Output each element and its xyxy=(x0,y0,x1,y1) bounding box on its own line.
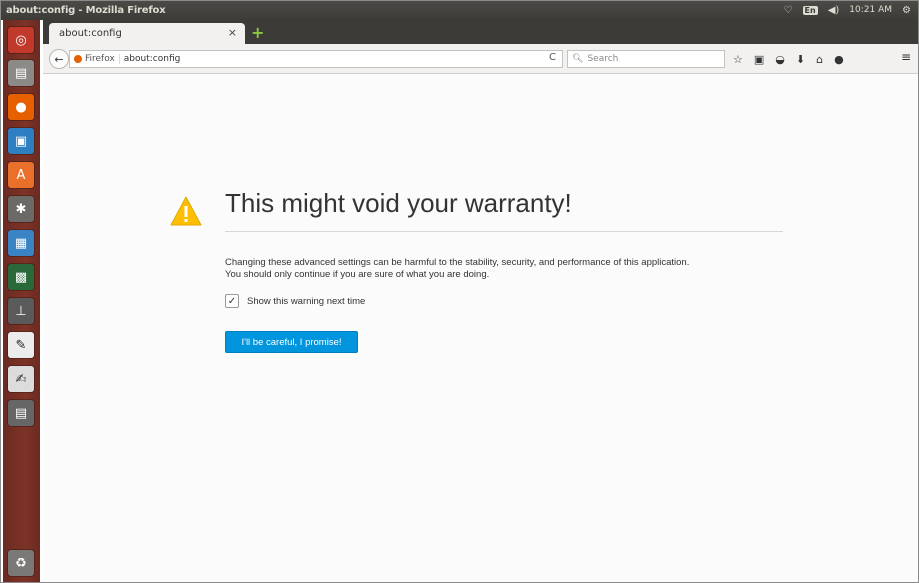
ubuntu-launcher: ◎ ▤ ● ▣ A ✱ ▦ ▩ ⊥ ✎ ✍ ▤ ♻ xyxy=(3,20,40,583)
keyboard-layout-indicator[interactable]: En xyxy=(802,5,818,15)
firefox-identity-icon xyxy=(74,55,82,63)
network-icon[interactable]: ♡ xyxy=(784,5,793,16)
identity-label[interactable]: Firefox xyxy=(85,54,120,64)
description-line: You should only continue if you are sure… xyxy=(225,269,490,280)
system-tray: ♡ En ◀) 10:21 AM ⚙ xyxy=(784,0,911,20)
volume-icon[interactable]: ◀) xyxy=(828,5,840,16)
search-bar[interactable]: 🔍︎ Search xyxy=(567,50,725,68)
back-button[interactable]: ← xyxy=(49,49,69,69)
firefox-icon[interactable]: ● xyxy=(8,94,34,120)
top-panel: about:config - Mozilla Firefox ♡ En ◀) 1… xyxy=(0,0,919,20)
title-divider xyxy=(225,231,783,232)
warning-description: Changing these advanced settings can be … xyxy=(225,257,785,281)
inkscape-icon[interactable]: ✎ xyxy=(8,332,34,358)
display-icon[interactable]: ▦ xyxy=(8,230,34,256)
text-editor-icon[interactable]: ✍ xyxy=(8,366,34,392)
hamburger-menu-icon[interactable]: ≡ xyxy=(901,50,911,64)
desktop-screen: about:config - Mozilla Firefox ♡ En ◀) 1… xyxy=(0,0,919,583)
toolbar-icons: ☆ ▣ ◒ ⬇ ⌂ ● xyxy=(733,50,844,68)
window-title: about:config - Mozilla Firefox xyxy=(6,4,166,16)
tab-bar: about:config × + xyxy=(43,20,919,44)
system-settings-icon[interactable]: ✱ xyxy=(8,196,34,222)
clock[interactable]: 10:21 AM xyxy=(849,5,892,15)
show-warning-checkbox[interactable]: ✓ xyxy=(225,294,239,308)
show-warning-label[interactable]: Show this warning next time xyxy=(247,296,365,307)
libreoffice-writer-icon[interactable]: ▣ xyxy=(8,128,34,154)
files-icon[interactable]: ▤ xyxy=(8,60,34,86)
url-text[interactable]: about:config xyxy=(124,54,181,64)
page-content: This might void your warranty! Changing … xyxy=(43,74,919,583)
trash-icon[interactable]: ♻ xyxy=(8,550,34,576)
pocket-icon[interactable]: ◒ xyxy=(775,53,785,66)
navigation-toolbar: ← Firefox about:config C 🔍︎ Search ☆ ▣ ◒… xyxy=(43,44,919,74)
warning-title: This might void your warranty! xyxy=(225,188,572,218)
home-icon[interactable]: ⌂ xyxy=(816,53,823,66)
reload-icon[interactable]: C xyxy=(549,52,556,63)
accept-risk-button[interactable]: I'll be careful, I promise! xyxy=(225,331,358,353)
show-warning-row: ✓ Show this warning next time xyxy=(225,294,365,308)
download-icon[interactable]: ⬇ xyxy=(796,53,805,66)
reading-list-icon[interactable]: ▣ xyxy=(754,53,764,66)
new-tab-button[interactable]: + xyxy=(251,23,264,42)
power-gear-icon[interactable]: ⚙ xyxy=(902,5,911,16)
software-center-icon[interactable]: A xyxy=(8,162,34,188)
chat-icon[interactable]: ● xyxy=(834,53,844,66)
video-icon[interactable]: ▤ xyxy=(8,400,34,426)
description-line: Changing these advanced settings can be … xyxy=(225,257,690,268)
close-tab-icon[interactable]: × xyxy=(228,26,237,39)
tab-label: about:config xyxy=(59,28,122,39)
usb-icon[interactable]: ⊥ xyxy=(8,298,34,324)
url-bar[interactable]: Firefox about:config C xyxy=(69,50,563,68)
bookmark-star-icon[interactable]: ☆ xyxy=(733,53,743,66)
search-placeholder: Search xyxy=(587,54,619,64)
terminal-icon[interactable]: ▩ xyxy=(8,264,34,290)
ubuntu-dash-icon[interactable]: ◎ xyxy=(8,27,34,53)
search-icon: 🔍︎ xyxy=(572,54,584,64)
tab-about-config[interactable]: about:config × xyxy=(49,23,245,44)
warning-icon xyxy=(170,196,202,226)
